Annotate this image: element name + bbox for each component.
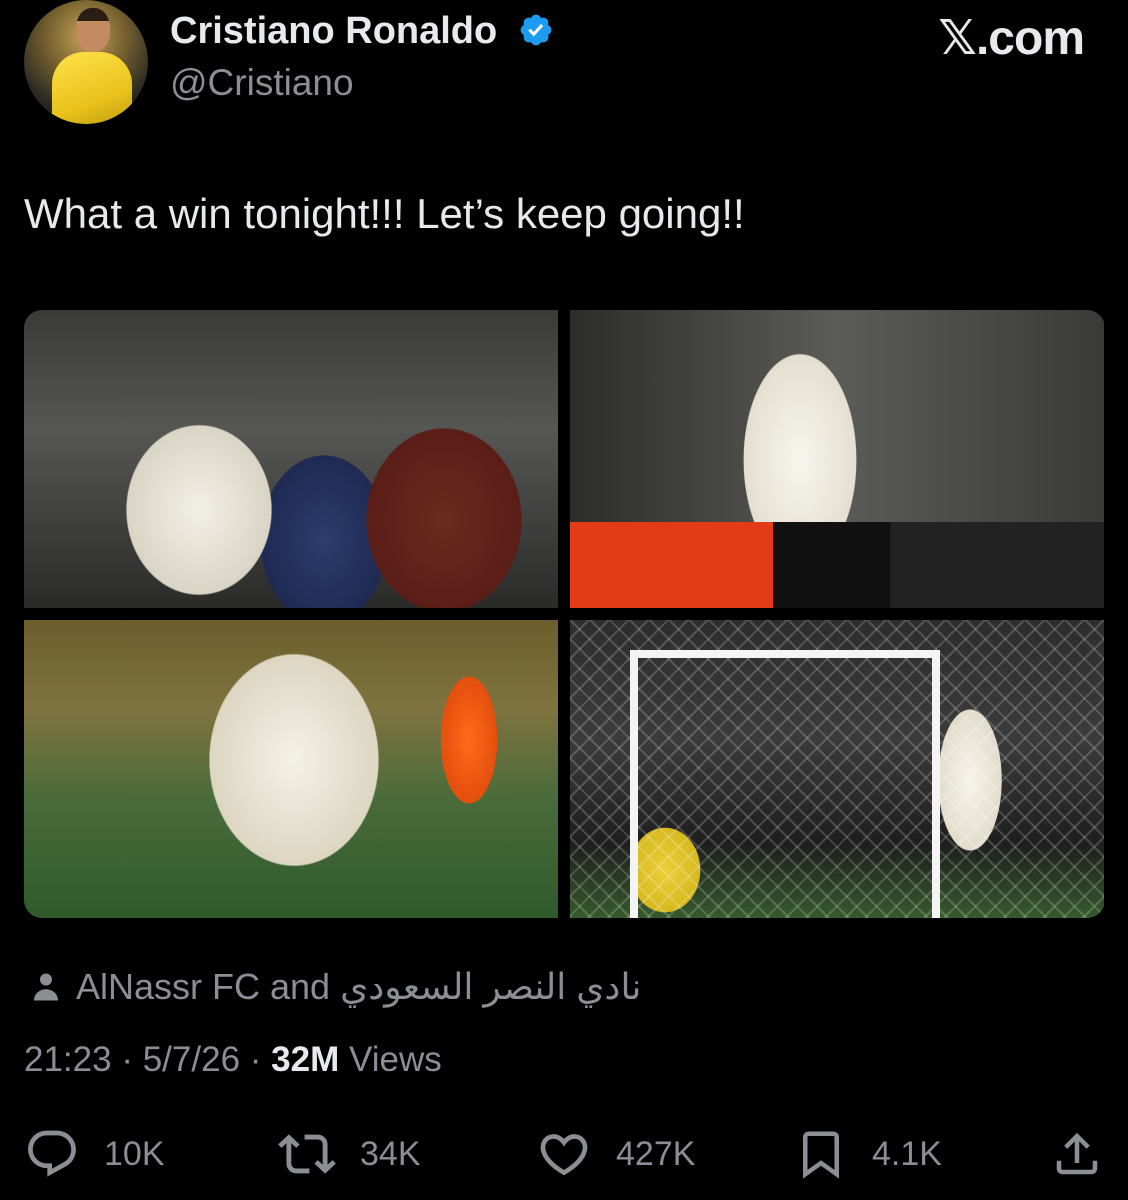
reply-count: 10K xyxy=(104,1134,165,1173)
bookmark-count: 4.1K xyxy=(872,1134,942,1173)
goal-post xyxy=(630,650,940,918)
tweet-meta: 21:23 · 5/7/26 · 32M Views xyxy=(24,1040,442,1080)
repost-count: 34K xyxy=(360,1134,421,1173)
share-icon xyxy=(1056,1132,1098,1175)
like-count: 427K xyxy=(616,1134,696,1173)
views-label: Views xyxy=(348,1040,442,1079)
bookmark-button[interactable]: 4.1K xyxy=(794,1122,942,1186)
repost-icon xyxy=(278,1134,336,1174)
meta-separator: · xyxy=(249,1040,262,1079)
x-com-watermark: 𝕏.com xyxy=(938,12,1085,65)
photo-team-huddle[interactable] xyxy=(24,620,558,918)
media-grid xyxy=(24,310,1105,918)
meta-separator: · xyxy=(121,1040,133,1079)
heart-icon xyxy=(540,1134,588,1176)
avatar-head-shape xyxy=(76,8,110,52)
photo-arms-outstretched[interactable] xyxy=(570,310,1104,608)
author-display-name[interactable]: Cristiano Ronaldo xyxy=(170,10,497,52)
tweet-date[interactable]: 5/7/26 xyxy=(143,1040,240,1079)
bookmark-icon xyxy=(803,1131,839,1179)
reply-icon xyxy=(28,1130,76,1177)
tweet-time[interactable]: 21:23 xyxy=(24,1040,112,1079)
action-bar: 10K 34K 427K 4.1K xyxy=(0,1122,1128,1192)
photo-celebration-group[interactable] xyxy=(24,310,558,608)
share-button[interactable] xyxy=(1050,1122,1128,1186)
author-avatar[interactable] xyxy=(24,0,148,124)
tweet-text: What a win tonight!!! Let’s keep going!! xyxy=(24,190,745,237)
photo-goal-celebration[interactable] xyxy=(570,620,1104,918)
avatar-jersey-shape xyxy=(52,52,132,124)
reply-button[interactable]: 10K xyxy=(24,1122,165,1186)
collaborators-row[interactable]: AlNassr FC and نادي النصر السعودي xyxy=(24,966,641,1008)
like-button[interactable]: 427K xyxy=(536,1122,695,1186)
verified-badge-icon xyxy=(520,14,552,46)
views-count: 32M xyxy=(271,1040,340,1079)
collaborators-text: AlNassr FC and نادي النصر السعودي xyxy=(76,966,642,1007)
repost-button[interactable]: 34K xyxy=(278,1122,421,1186)
led-advertising-board xyxy=(570,522,1104,608)
author-handle[interactable]: @Cristiano xyxy=(170,62,354,104)
author-display-name-row[interactable]: Cristiano Ronaldo xyxy=(170,10,554,53)
person-icon xyxy=(34,973,58,1001)
